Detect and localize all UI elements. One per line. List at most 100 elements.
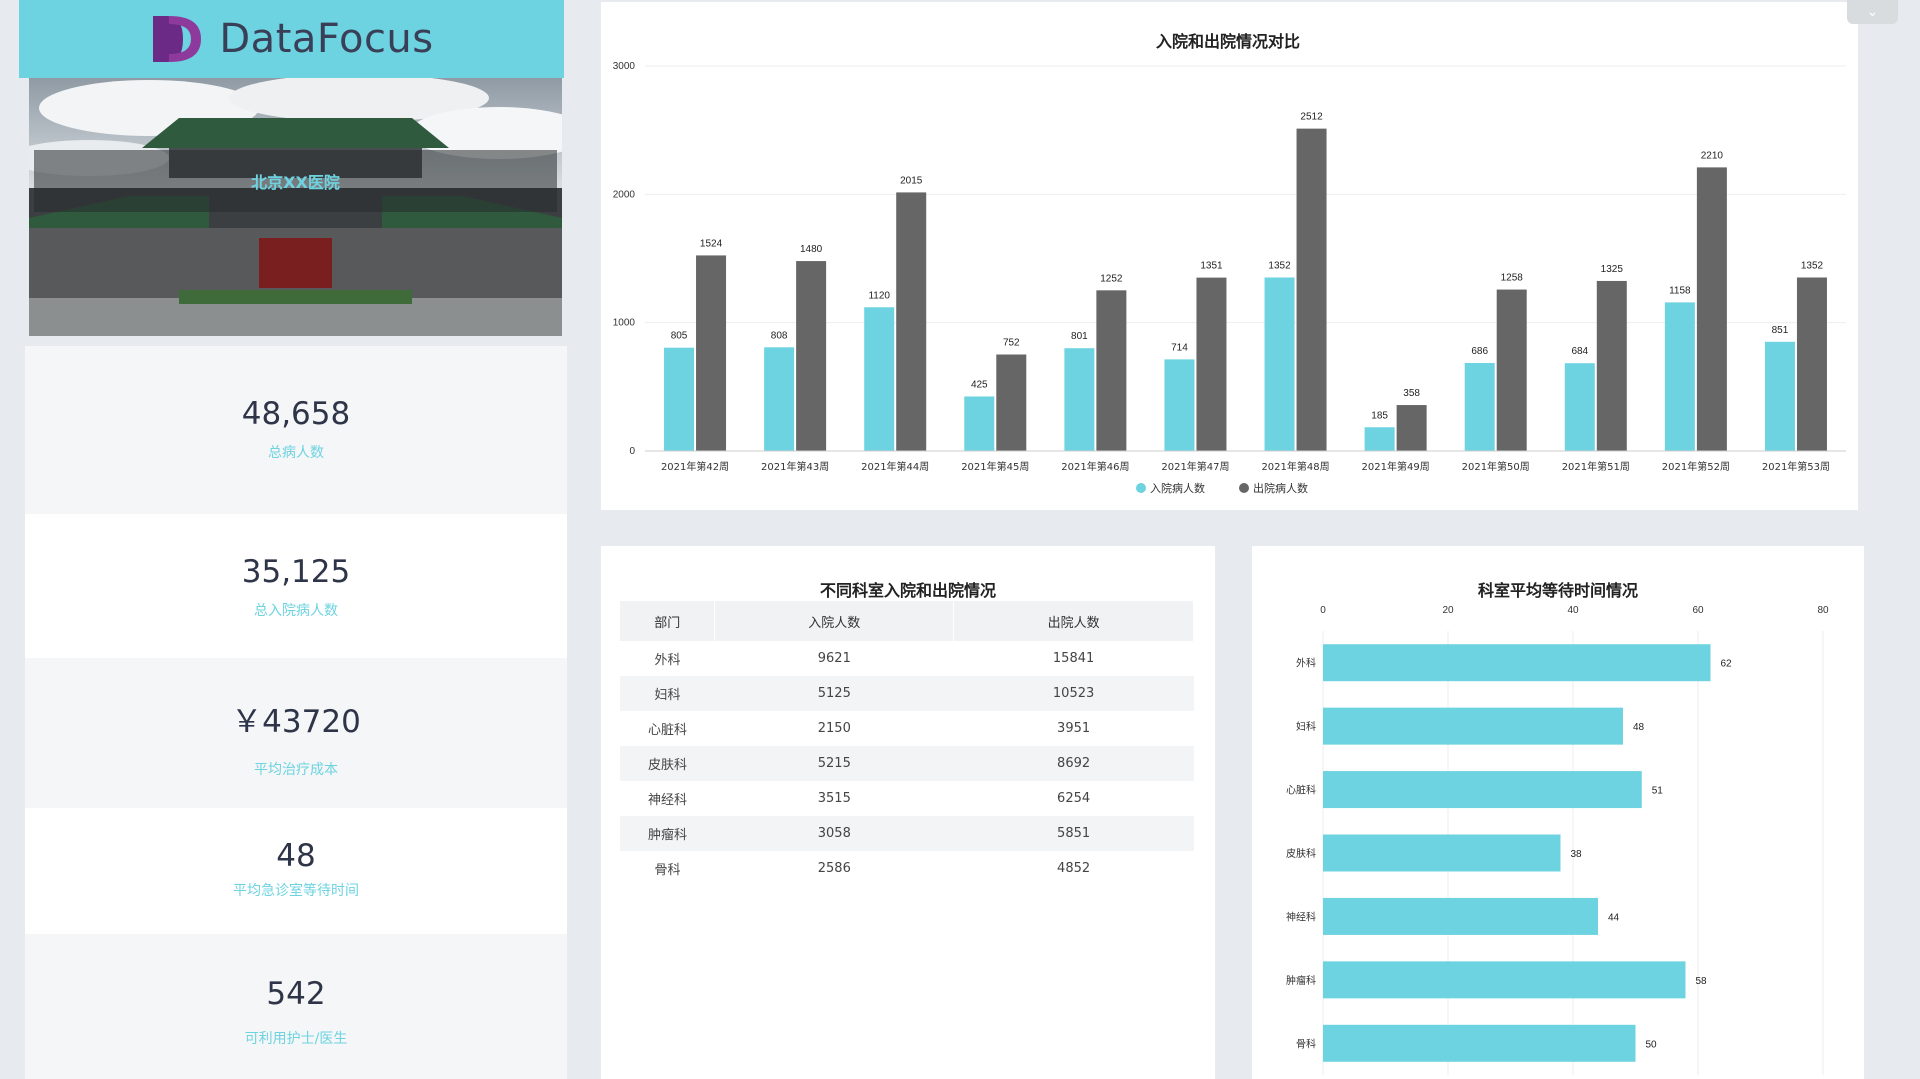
dept-table-title: 不同科室入院和出院情况 (819, 581, 996, 600)
data-label: 425 (971, 379, 988, 390)
chevron-down-icon: ⌄ (1866, 4, 1879, 20)
data-label: 808 (771, 330, 788, 341)
kpi-label: 平均急诊室等待时间 (233, 883, 359, 899)
bar (1364, 427, 1395, 451)
data-label: 48 (1633, 722, 1645, 733)
kpi-value: ￥43720 (231, 704, 361, 740)
hospital-name: 北京XX医院 (251, 173, 340, 192)
table-cell: 9621 (817, 651, 851, 666)
column-header[interactable]: 部门 (620, 601, 716, 641)
table-cell: 心脏科 (647, 723, 687, 738)
kpi-value: 542 (266, 976, 326, 1012)
y-tick-label: 2000 (613, 189, 636, 200)
data-label: 684 (1571, 346, 1588, 357)
data-label: 801 (1071, 331, 1088, 342)
column-header[interactable]: 出院人数 (953, 601, 1194, 641)
kpi-er-wait: 48 平均急诊室等待时间 (25, 808, 567, 934)
table-cell: 15841 (1052, 651, 1095, 666)
kpi-available-staff: 542 可利用护士/医生 (25, 934, 567, 1079)
x-tick-label: 20 (1442, 605, 1454, 616)
x-tick-label: 2021年第42周 (661, 460, 729, 473)
table-cell: 10523 (953, 676, 1194, 711)
admission-discharge-chart: 0 1000 2000 3000 805 1524 2021年第42周 808 1480 2021… (613, 61, 1846, 495)
data-label: 1252 (1100, 273, 1123, 284)
bar (1464, 362, 1495, 451)
bar (1564, 363, 1595, 451)
bar (896, 192, 927, 452)
x-tick-label: 2021年第43周 (761, 460, 829, 473)
bar (996, 354, 1027, 451)
data-label: 1258 (1501, 273, 1524, 284)
bar (1323, 834, 1561, 872)
kpi-value: 48 (276, 838, 316, 874)
kpi-label: 总病人数 (268, 445, 324, 461)
column-header[interactable]: 入院人数 (714, 601, 955, 641)
table-cell: 8692 (953, 746, 1194, 781)
data-label: 1480 (800, 244, 823, 255)
table-header-row: 部门 入院人数 出院人数 (620, 601, 1194, 641)
data-label: 1351 (1200, 261, 1223, 272)
table-row: 皮肤科 5215 8692 (620, 746, 1194, 781)
legend-label: 出院病人数 (1253, 481, 1308, 495)
bar (1096, 290, 1127, 451)
bar (696, 255, 727, 451)
y-tick-label: 肿瘤科 (1286, 974, 1316, 987)
data-label: 686 (1471, 346, 1488, 357)
table-row: 神经科 3515 6254 (620, 781, 1194, 816)
x-tick-label: 2021年第49周 (1362, 460, 1430, 473)
data-label: 1325 (1601, 264, 1624, 275)
data-label: 58 (1696, 976, 1708, 987)
data-label: 752 (1003, 337, 1020, 348)
data-label: 2512 (1300, 112, 1323, 123)
y-tick-label: 心脏科 (1286, 784, 1316, 797)
kpi-label: 平均治疗成本 (254, 762, 338, 778)
bar (664, 347, 695, 451)
table-row: 心脏科 2150 3951 (620, 711, 1194, 746)
bar (1496, 289, 1527, 451)
data-label: 1352 (1801, 260, 1824, 271)
table-cell: 肿瘤科 (620, 816, 715, 851)
data-label: 2015 (900, 175, 923, 186)
x-tick-label: 2021年第47周 (1161, 460, 1229, 473)
bar (1323, 644, 1711, 682)
table-cell: 骨科 (654, 863, 681, 878)
data-label: 1120 (868, 290, 890, 301)
x-tick-label: 2021年第48周 (1261, 460, 1329, 473)
hospital-name-banner: 北京XX医院 (34, 150, 557, 212)
x-tick-label: 2021年第50周 (1462, 460, 1530, 473)
table-row: 妇科 5125 10523 (620, 676, 1194, 711)
y-tick-label: 妇科 (1296, 720, 1316, 733)
data-label: 714 (1171, 342, 1188, 353)
data-label: 1352 (1268, 260, 1291, 271)
table-cell: 3515 (817, 791, 851, 806)
table-row: 骨科 2586 4852 (620, 851, 1194, 886)
table-cell: 2150 (817, 721, 851, 736)
x-tick-label: 60 (1692, 605, 1704, 616)
table-row: 肿瘤科 3058 5851 (620, 816, 1194, 851)
kpi-admitted-patients: 35,125 总入院病人数 (25, 514, 567, 658)
kpi-label: 可利用护士/医生 (244, 1031, 348, 1047)
bar (1764, 341, 1795, 451)
x-tick-label: 2021年第52周 (1662, 460, 1730, 473)
table-cell: 5851 (953, 816, 1194, 851)
bar (1264, 277, 1295, 451)
bar (1323, 707, 1623, 745)
table-cell: 2586 (817, 861, 851, 876)
table-cell: 皮肤科 (620, 746, 715, 781)
table-cell: 6254 (1057, 791, 1091, 806)
bar (1196, 277, 1227, 451)
bar (1323, 961, 1686, 999)
kpi-value: 48,658 (241, 396, 351, 432)
y-tick-label: 3000 (613, 61, 636, 72)
data-label: 51 (1652, 786, 1664, 797)
x-tick-label: 40 (1567, 605, 1579, 616)
collapse-toggle-button[interactable]: ⌄ (1847, 0, 1898, 24)
data-label: 1524 (700, 238, 723, 249)
legend-marker (1136, 483, 1146, 493)
kpi-total-patients: 48,658 总病人数 (25, 346, 567, 514)
kpi-avg-cost: ￥43720 平均治疗成本 (25, 658, 567, 808)
y-tick-label: 0 (629, 446, 635, 457)
y-tick-label: 外科 (1296, 657, 1316, 670)
data-label: 44 (1608, 912, 1620, 923)
table-cell: 3951 (1057, 721, 1091, 736)
